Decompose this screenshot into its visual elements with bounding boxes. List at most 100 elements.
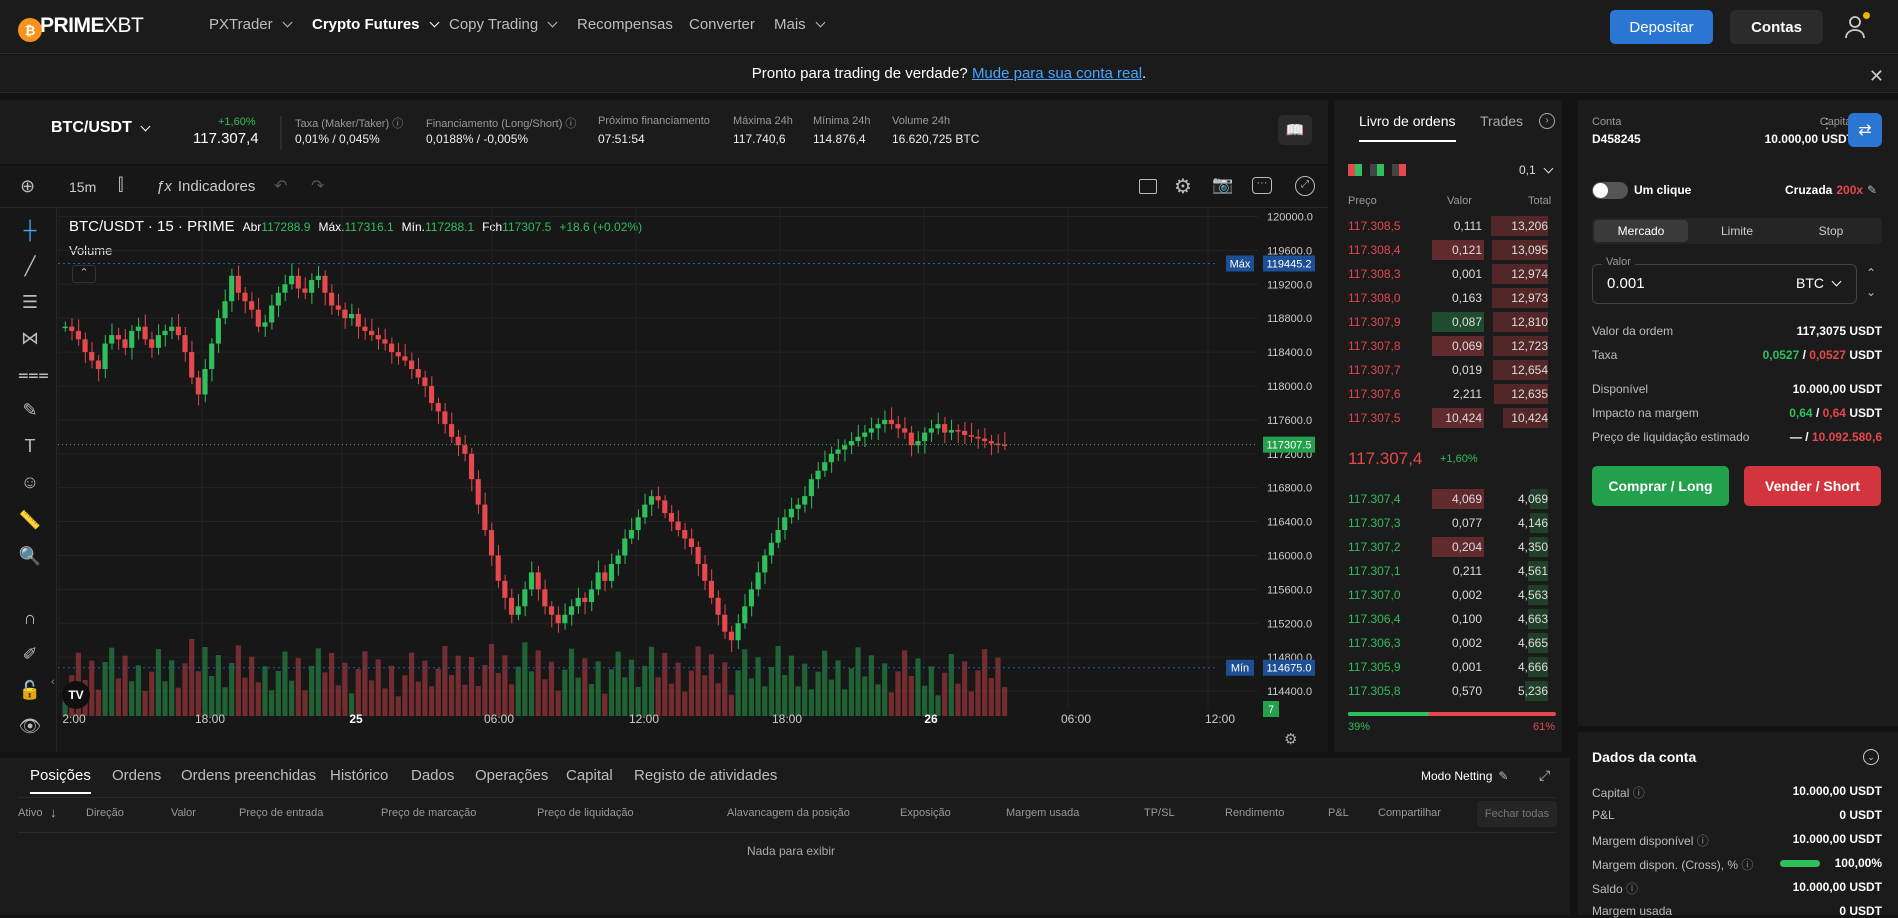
bottom-tab[interactable]: Histórico (330, 767, 388, 784)
nav-converter[interactable]: Converter (689, 16, 755, 33)
chart-settings-icon[interactable]: ⚙ (1284, 730, 1297, 748)
brush-icon[interactable]: ✎ (18, 400, 42, 424)
kebab-menu-icon[interactable]: ⋮ (1820, 116, 1834, 130)
layout-icon[interactable] (1139, 179, 1157, 194)
candle-type-icon[interactable]: ⫿ (118, 175, 123, 195)
candle-body (575, 597, 581, 607)
fullscreen-icon[interactable]: ⤢ (1295, 176, 1315, 196)
ask-row[interactable]: 117.307,8 0,069 12,723 (1334, 335, 1562, 357)
tick-size-selector[interactable]: 0,1 (1519, 163, 1554, 177)
sell-short-button[interactable]: Vender / Short (1744, 466, 1881, 506)
camera-icon[interactable]: 📷 (1212, 175, 1233, 195)
switch-real-account-link[interactable]: Mude para sua conta real (972, 65, 1142, 82)
buy-long-button[interactable]: Comprar / Long (1592, 466, 1729, 506)
bottom-tab[interactable]: Posições (30, 767, 91, 794)
bottom-tab[interactable]: Capital (566, 767, 613, 784)
ask-row[interactable]: 117.308,0 0,163 12,973 (1334, 287, 1562, 309)
book-icon[interactable]: 📖 (1278, 115, 1312, 145)
eye-icon[interactable]: 👁 (18, 716, 42, 740)
ask-row[interactable]: 117.307,7 0,019 12,654 (1334, 359, 1562, 381)
pattern-icon[interactable]: ⋈ (18, 328, 42, 352)
text-icon[interactable]: T (18, 436, 42, 460)
bid-row[interactable]: 117.307,4 4,069 4,069 (1334, 488, 1562, 510)
chevron-right-icon[interactable]: › (1539, 113, 1555, 129)
expand-icon[interactable]: ⤢ (1539, 767, 1550, 784)
bottom-tab[interactable]: Ordens preenchidas (181, 767, 316, 784)
sort-icon[interactable]: ↓ (50, 805, 57, 820)
bid-row[interactable]: 117.307,2 0,204 4,350 (1334, 536, 1562, 558)
interval-selector[interactable]: 15m (69, 179, 96, 195)
primexbt-logo[interactable]: PRIMEXBT (40, 14, 144, 38)
lock-icon[interactable]: 🔓 (18, 680, 42, 704)
tab-trades[interactable]: Trades (1480, 113, 1523, 129)
price-scale[interactable]: 120000.0119600.0119200.0118800.0118400.0… (1262, 208, 1328, 728)
add-symbol-icon[interactable]: ⊕ (20, 176, 35, 197)
nav-crypto-futures[interactable]: Crypto Futures (312, 16, 439, 33)
unit-selector[interactable]: BTC (1796, 275, 1842, 291)
book-view-toggle[interactable] (1348, 164, 1406, 176)
zoom-in-icon[interactable]: 🔍 (18, 546, 42, 570)
amount-input[interactable]: 0.001 (1607, 275, 1645, 292)
margin-leverage-selector[interactable]: Cruzada 200x ✎ (1785, 183, 1877, 197)
symbol-selector[interactable]: BTC/USDT (51, 119, 151, 137)
deposit-button[interactable]: Depositar (1610, 10, 1713, 44)
lock-drawing-icon[interactable]: ✐ (18, 644, 42, 668)
price-chart[interactable]: Máx Mín 2:00 18:00 25 06:00 12:00 18:00 26 06:00 1… (58, 208, 1270, 728)
undo-icon[interactable]: ↶ (274, 176, 287, 196)
ask-row[interactable]: 117.307,6 2,211 12,635 (1334, 383, 1562, 405)
netting-mode[interactable]: Modo Netting ✎ (1421, 769, 1508, 783)
bid-row[interactable]: 117.307,3 0,077 4,146 (1334, 512, 1562, 534)
tab-limit[interactable]: Limite (1690, 220, 1784, 242)
close-all-button[interactable]: Fechar todas (1477, 801, 1557, 827)
row-price: 117.307,4 (1348, 492, 1401, 506)
bid-row[interactable]: 117.307,0 0,002 4,563 (1334, 584, 1562, 606)
increment-icon[interactable]: ⌃ (1866, 266, 1876, 280)
ask-row[interactable]: 117.308,3 0,001 12,974 (1334, 263, 1562, 285)
bid-row[interactable]: 117.305,8 0,570 5,236 (1334, 680, 1562, 702)
ask-row[interactable]: 117.307,9 0,087 12,810 (1334, 311, 1562, 333)
emoji-icon[interactable]: ☺ (18, 472, 42, 496)
bottom-tab[interactable]: Operações (475, 767, 548, 784)
candle-body (149, 339, 155, 348)
ask-row[interactable]: 117.308,5 0,111 13,206 (1334, 215, 1562, 237)
candle-body (868, 428, 874, 433)
volume-bar (915, 658, 921, 716)
gear-icon[interactable]: ⚙ (1174, 174, 1192, 199)
tab-market[interactable]: Mercado (1594, 220, 1688, 242)
transfer-icon[interactable]: ⇄ (1848, 113, 1882, 147)
accounts-button[interactable]: Contas (1730, 10, 1823, 44)
chevron-left-icon[interactable]: ‹ (51, 676, 55, 688)
ask-row[interactable]: 117.308,4 0,121 13,095 (1334, 239, 1562, 261)
nav-pxtrader[interactable]: PXTrader (209, 16, 293, 33)
volume-bar (868, 655, 874, 716)
more-icon[interactable]: ··· (1252, 177, 1272, 194)
bid-row[interactable]: 117.307,1 0,211 4,561 (1334, 560, 1562, 582)
fib-retracement-icon[interactable]: ☰ (18, 292, 42, 316)
trend-line-icon[interactable]: ╱ (18, 256, 42, 280)
tradingview-logo[interactable]: TV (62, 681, 90, 709)
nav-mais[interactable]: Mais (774, 16, 826, 33)
bid-row[interactable]: 117.305,9 0,001 4,666 (1334, 656, 1562, 678)
ask-row[interactable]: 117.307,5 10,424 10,424 (1334, 407, 1562, 429)
nav-recompensas[interactable]: Recompensas (577, 16, 673, 33)
tab-order-book[interactable]: Livro de ordens (1359, 113, 1456, 142)
ruler-icon[interactable]: 📏 (18, 510, 42, 534)
close-icon[interactable]: ✕ (1869, 66, 1884, 87)
magnet-icon[interactable]: ∩ (18, 608, 42, 632)
crosshair-icon[interactable]: ┼ (18, 220, 42, 244)
decrement-icon[interactable]: ⌄ (1866, 285, 1876, 299)
bottom-tab[interactable]: Registo de atividades (634, 767, 777, 784)
bottom-tab[interactable]: Dados (411, 767, 454, 784)
chevron-down-icon[interactable]: ⌄ (1863, 749, 1879, 765)
indicators-button[interactable]: ƒx Indicadores (156, 178, 255, 195)
nav-copy-trading[interactable]: Copy Trading (449, 16, 558, 33)
tab-stop[interactable]: Stop (1784, 220, 1878, 242)
bid-row[interactable]: 117.306,4 0,100 4,663 (1334, 608, 1562, 630)
bottom-tab[interactable]: Ordens (112, 767, 161, 784)
forecast-icon[interactable]: ⩶ (18, 364, 49, 388)
one-click-toggle[interactable] (1592, 182, 1628, 199)
column-header[interactable]: Ativo (18, 807, 42, 819)
bid-row[interactable]: 117.306,3 0,002 4,665 (1334, 632, 1562, 654)
sell-pct: 61% (1533, 721, 1556, 733)
redo-icon[interactable]: ↷ (311, 176, 324, 196)
